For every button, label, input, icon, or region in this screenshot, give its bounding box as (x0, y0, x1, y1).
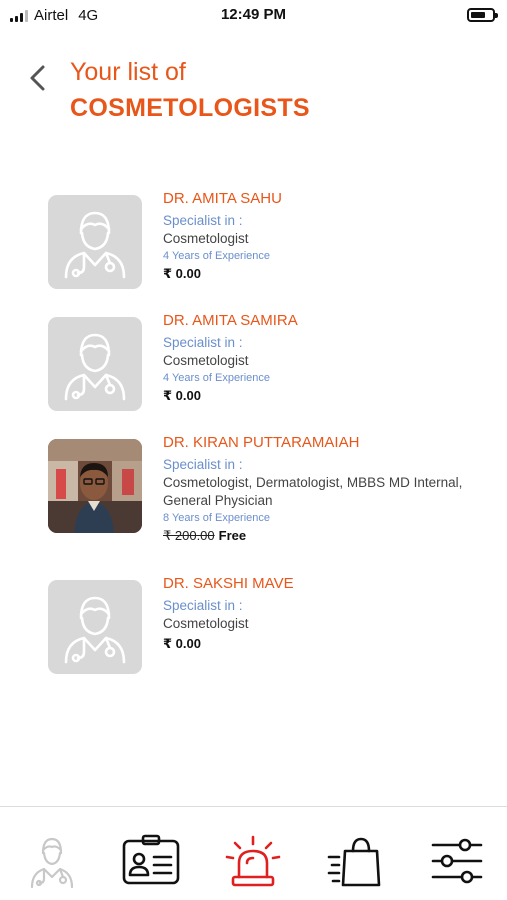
doctor-icon (64, 211, 126, 279)
specialties: Cosmetologist (163, 353, 249, 368)
battery-icon (467, 8, 498, 22)
clock: 12:49 PM (220, 6, 287, 23)
doctor-info: DR. AMITA SAMIRA Specialist in : Cosmeto… (163, 312, 493, 405)
shopping-bag-icon (327, 837, 381, 887)
sliders-icon (431, 838, 483, 884)
price-current: ₹ 0.00 (163, 388, 201, 403)
nav-settings[interactable] (427, 833, 487, 889)
doctor-photo-image (48, 439, 142, 533)
specialties: Cosmetologist, Dermatologist, MBBS MD In… (163, 475, 463, 508)
bottom-nav (0, 806, 507, 900)
nav-id-card[interactable] (121, 833, 181, 889)
experience: 8 Years of Experience (163, 512, 271, 524)
experience: 4 Years of Experience (163, 372, 271, 384)
doctor-icon (30, 837, 74, 889)
doctor-info: DR. AMITA SAHU Specialist in : Cosmetolo… (163, 190, 493, 283)
doctor-name: DR. SAKSHI MAVE (163, 575, 294, 592)
doctor-avatar-placeholder (48, 580, 142, 674)
experience: 4 Years of Experience (163, 250, 271, 262)
price: ₹ 200.00 Free (163, 527, 493, 545)
price: ₹ 0.00 (163, 387, 493, 405)
doctor-photo (48, 439, 142, 533)
specialties: Cosmetologist (163, 616, 249, 631)
specialties: Cosmetologist (163, 231, 249, 246)
doctor-avatar-placeholder (48, 195, 142, 289)
doctor-info: DR. SAKSHI MAVE Specialist in : Cosmetol… (163, 575, 493, 653)
siren-icon (225, 835, 281, 887)
specialist-label: Specialist in : (163, 598, 243, 613)
nav-shop[interactable] (325, 833, 385, 889)
price: ₹ 0.00 (163, 265, 493, 283)
chevron-left-icon (30, 65, 45, 91)
doctor-name: DR. AMITA SAMIRA (163, 312, 298, 329)
id-card-icon (122, 834, 180, 885)
doctor-name: DR. AMITA SAHU (163, 190, 282, 207)
price: ₹ 0.00 (163, 635, 493, 653)
page-title-line1: Your list of (70, 58, 186, 86)
doctor-info: DR. KIRAN PUTTARAMAIAH Specialist in : C… (163, 434, 493, 545)
specialist-label: Specialist in : (163, 213, 243, 228)
price-current: ₹ 0.00 (163, 636, 201, 651)
doctor-icon (64, 333, 126, 401)
page-title-line2: COSMETOLOGISTS (70, 94, 310, 122)
status-bar: Airtel 4G 12:49 PM (0, 0, 507, 32)
back-button[interactable] (24, 62, 52, 94)
price-old: ₹ 200.00 (163, 528, 215, 543)
doctor-icon (64, 596, 126, 664)
doctor-name: DR. KIRAN PUTTARAMAIAH (163, 434, 360, 451)
doctor-avatar-placeholder (48, 317, 142, 411)
specialist-label: Specialist in : (163, 457, 243, 472)
nav-emergency[interactable] (223, 833, 283, 889)
specialist-label: Specialist in : (163, 335, 243, 350)
price-current: Free (218, 528, 247, 543)
price-current: ₹ 0.00 (163, 266, 201, 281)
nav-doctors[interactable] (22, 833, 82, 889)
